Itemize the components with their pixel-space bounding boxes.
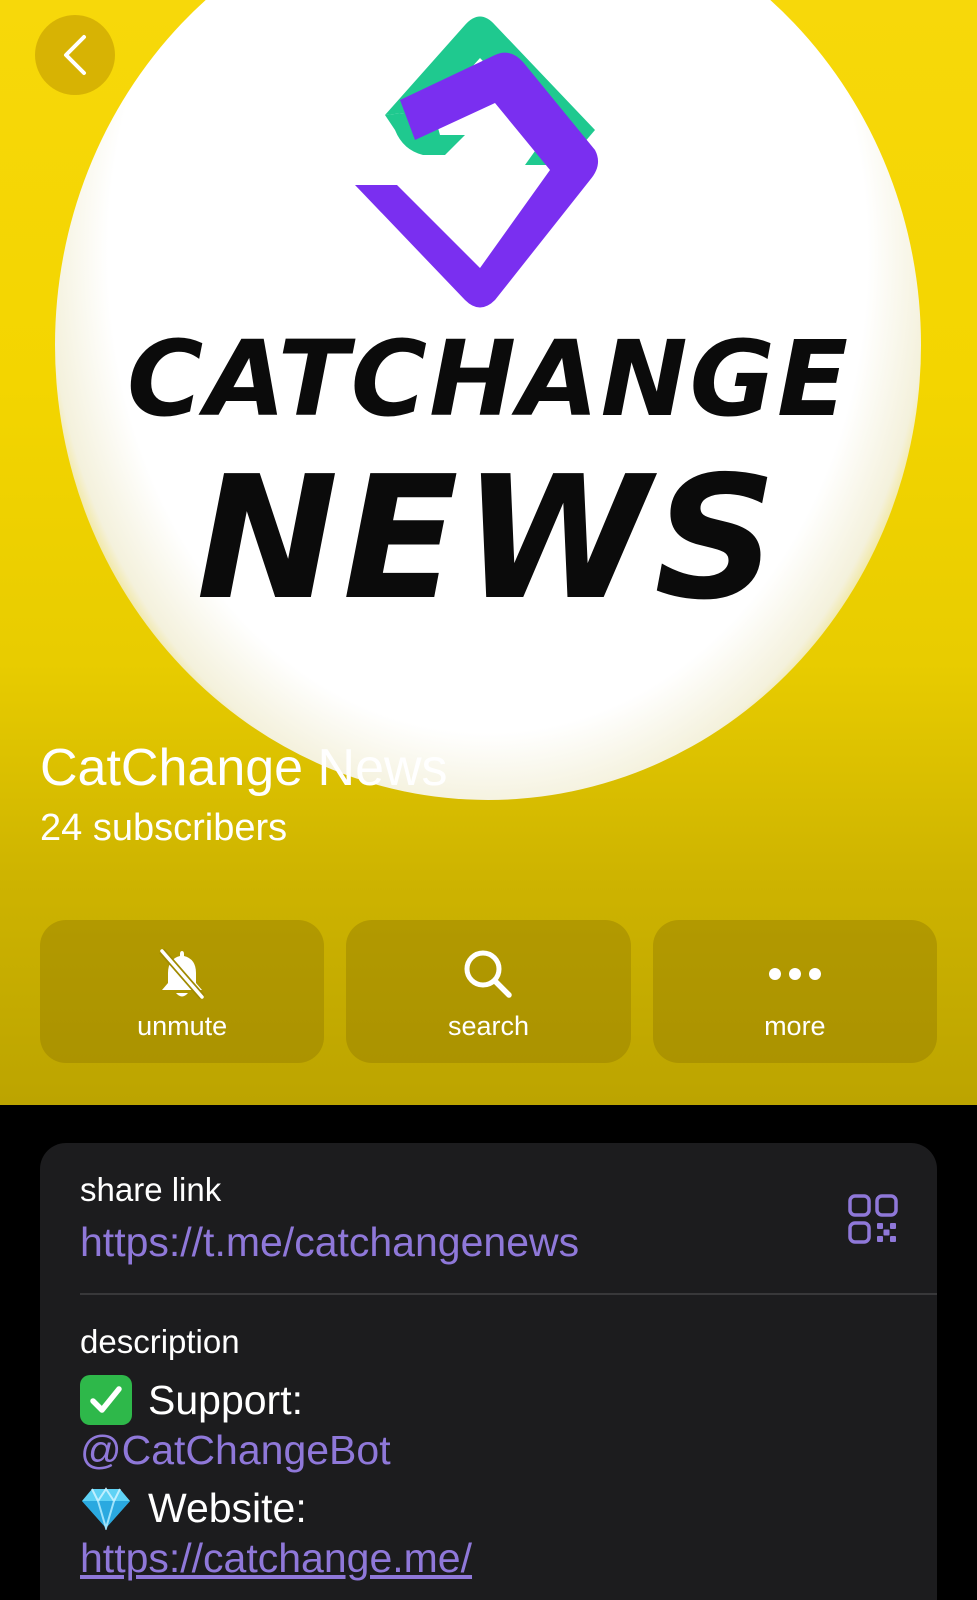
unmute-button[interactable]: unmute bbox=[40, 920, 325, 1063]
search-icon bbox=[464, 950, 513, 998]
logo-text-news: NEWS bbox=[196, 440, 781, 638]
gem-icon bbox=[80, 1486, 132, 1530]
ellipsis-icon bbox=[768, 968, 821, 980]
description-row: description Support: @CatChangeBot Websi… bbox=[80, 1323, 897, 1583]
check-mark-icon bbox=[80, 1375, 132, 1425]
qr-code-icon[interactable] bbox=[847, 1193, 899, 1245]
bell-slash-icon bbox=[159, 948, 205, 1000]
support-handle-link[interactable]: @CatChangeBot bbox=[80, 1425, 897, 1475]
subscriber-count: 24 subscribers bbox=[40, 807, 288, 849]
channel-profile-screen: CATCHANGE NEWS CatChange News 24 subscri… bbox=[0, 0, 977, 1600]
description-label: description bbox=[80, 1323, 240, 1360]
unmute-label: unmute bbox=[137, 1011, 228, 1041]
more-button[interactable]: more bbox=[652, 920, 937, 1063]
support-text: Support: bbox=[148, 1376, 303, 1423]
website-text: Website: bbox=[148, 1484, 307, 1531]
website-url-link[interactable]: https://catchange.me/ bbox=[80, 1533, 897, 1583]
search-label: search bbox=[447, 1011, 530, 1041]
back-button[interactable] bbox=[35, 15, 115, 95]
share-link-label: share link bbox=[80, 1171, 222, 1208]
action-bar: unmute search more bbox=[40, 920, 937, 1063]
share-link-row[interactable]: share link https://t.me/catchangenews bbox=[80, 1171, 897, 1266]
chevron-left-icon bbox=[64, 35, 86, 75]
website-line: Website: bbox=[80, 1483, 897, 1533]
share-link-url[interactable]: https://t.me/catchangenews bbox=[80, 1219, 897, 1266]
support-line: Support: bbox=[80, 1375, 897, 1425]
catchange-logo-icon bbox=[355, 16, 599, 308]
search-button[interactable]: search bbox=[346, 920, 631, 1063]
channel-info-card: share link https://t.me/catchangenews de… bbox=[40, 1143, 937, 1600]
divider bbox=[80, 1293, 937, 1295]
more-label: more bbox=[764, 1011, 826, 1041]
channel-header: CATCHANGE NEWS CatChange News 24 subscri… bbox=[0, 0, 977, 1105]
logo-text-catchange: CATCHANGE bbox=[126, 318, 851, 440]
channel-title: CatChange News bbox=[40, 739, 448, 797]
